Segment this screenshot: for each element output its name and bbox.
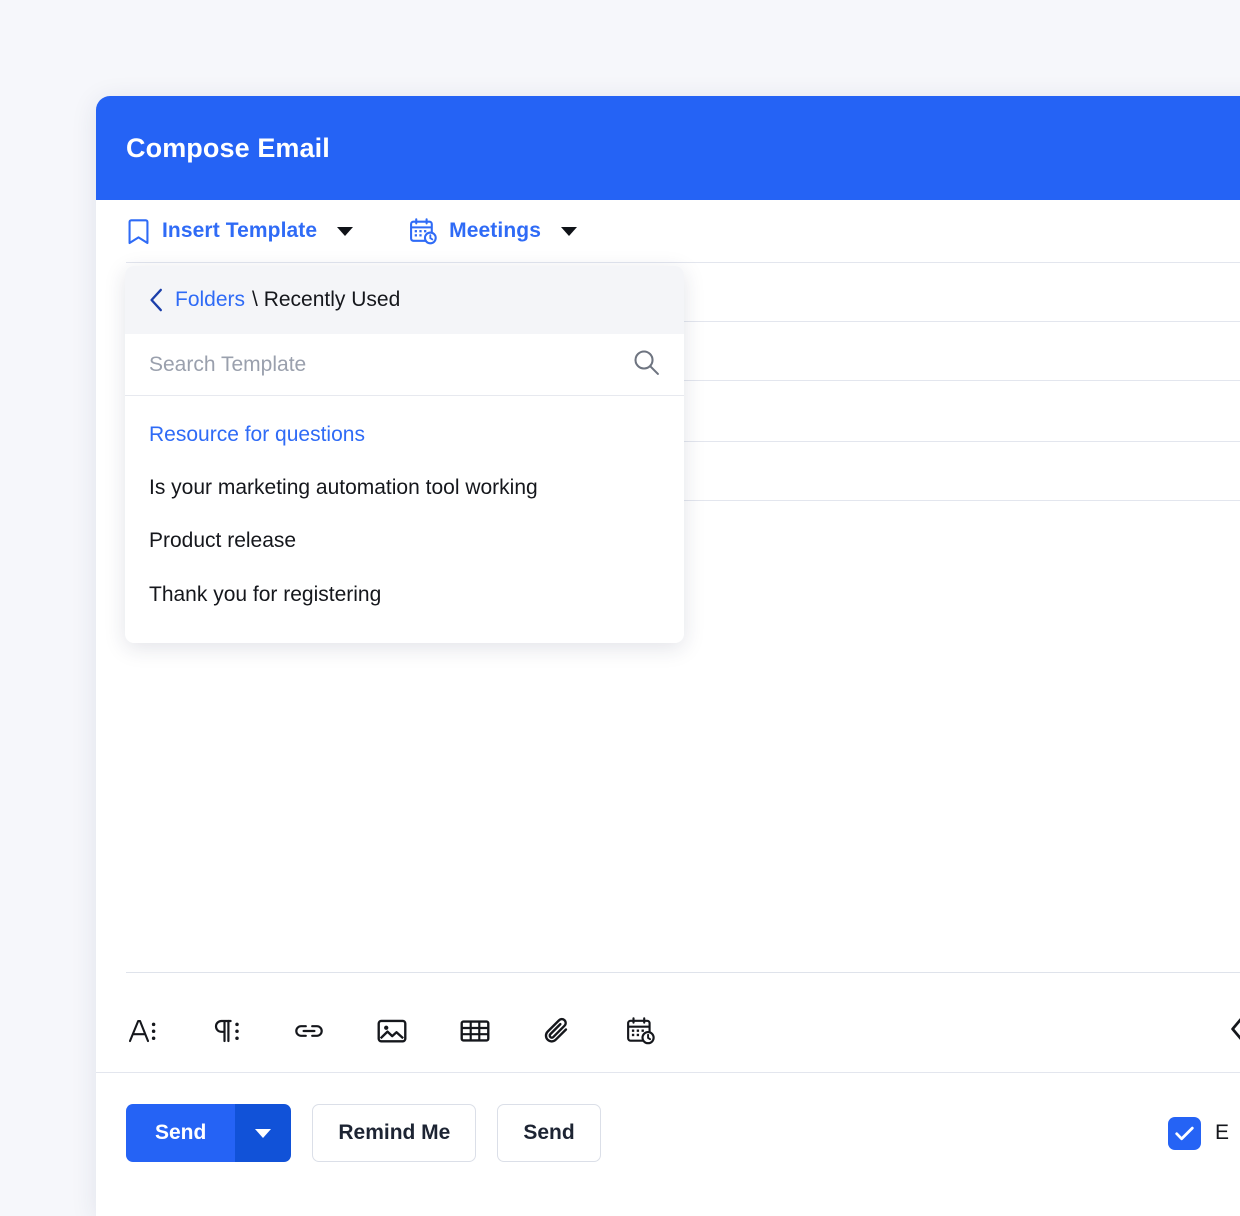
compose-titlebar: Compose Email (96, 96, 1240, 200)
insert-template-label: Insert Template (162, 219, 318, 242)
toolbar-collapse-button[interactable] (1222, 996, 1240, 1066)
send-options-button[interactable] (235, 1104, 292, 1162)
compose-email-panel: Compose Email Insert Template Meetings S… (96, 96, 1240, 1216)
body-divider (126, 972, 1240, 973)
insert-template-button[interactable]: Insert Template (126, 218, 354, 245)
attachment-icon[interactable] (541, 1014, 575, 1048)
search-icon[interactable] (633, 349, 660, 381)
send-secondary-button[interactable]: Send (497, 1104, 601, 1162)
remind-me-button[interactable]: Remind Me (312, 1104, 477, 1162)
send-split-button[interactable]: Send (126, 1104, 292, 1162)
list-item[interactable]: Resource for questions (125, 408, 684, 461)
list-item[interactable]: Thank you for registering (125, 568, 684, 621)
template-toolbar: Insert Template Meetings (96, 200, 1240, 262)
back-chevron-left-icon[interactable] (149, 288, 164, 312)
table-icon[interactable] (458, 1014, 492, 1048)
template-search-row[interactable] (125, 334, 684, 396)
chevron-left-icon (1229, 1013, 1240, 1050)
list-item[interactable]: Is your marketing automation tool workin… (125, 461, 684, 514)
breadcrumb-current: \ Recently Used (252, 288, 401, 311)
calendar-clock-icon[interactable] (624, 1014, 658, 1048)
image-icon[interactable] (375, 1014, 409, 1048)
check-icon (1175, 1126, 1194, 1140)
page-title: Compose Email (126, 132, 330, 163)
compose-footer: Send Remind Me Send (126, 1073, 1240, 1193)
template-dropdown-panel: Folders \ Recently Used Resource for que… (125, 266, 684, 643)
format-toolbar (126, 996, 1240, 1066)
bookmark-icon (126, 218, 151, 245)
font-options-icon[interactable] (126, 1014, 160, 1048)
tracking-label: E (1215, 1121, 1230, 1144)
link-icon[interactable] (292, 1014, 326, 1048)
template-list: Resource for questions Is your marketing… (125, 396, 684, 643)
paragraph-options-icon[interactable] (209, 1014, 243, 1048)
chevron-down-icon (255, 1128, 272, 1138)
list-item[interactable]: Product release (125, 514, 684, 567)
tracking-checkbox[interactable] (1168, 1116, 1201, 1150)
meetings-label: Meetings (449, 219, 541, 242)
breadcrumb: Folders \ Recently Used (125, 266, 684, 334)
breadcrumb-folders-link[interactable]: Folders (175, 288, 245, 312)
calendar-clock-icon (409, 217, 438, 246)
send-button[interactable]: Send (126, 1104, 236, 1162)
meetings-chevron-down-icon[interactable] (560, 226, 577, 236)
email-tracking-option[interactable]: E (1168, 1073, 1229, 1193)
search-input[interactable] (149, 352, 633, 377)
insert-template-chevron-down-icon[interactable] (337, 226, 354, 236)
meetings-button[interactable]: Meetings (409, 217, 577, 246)
